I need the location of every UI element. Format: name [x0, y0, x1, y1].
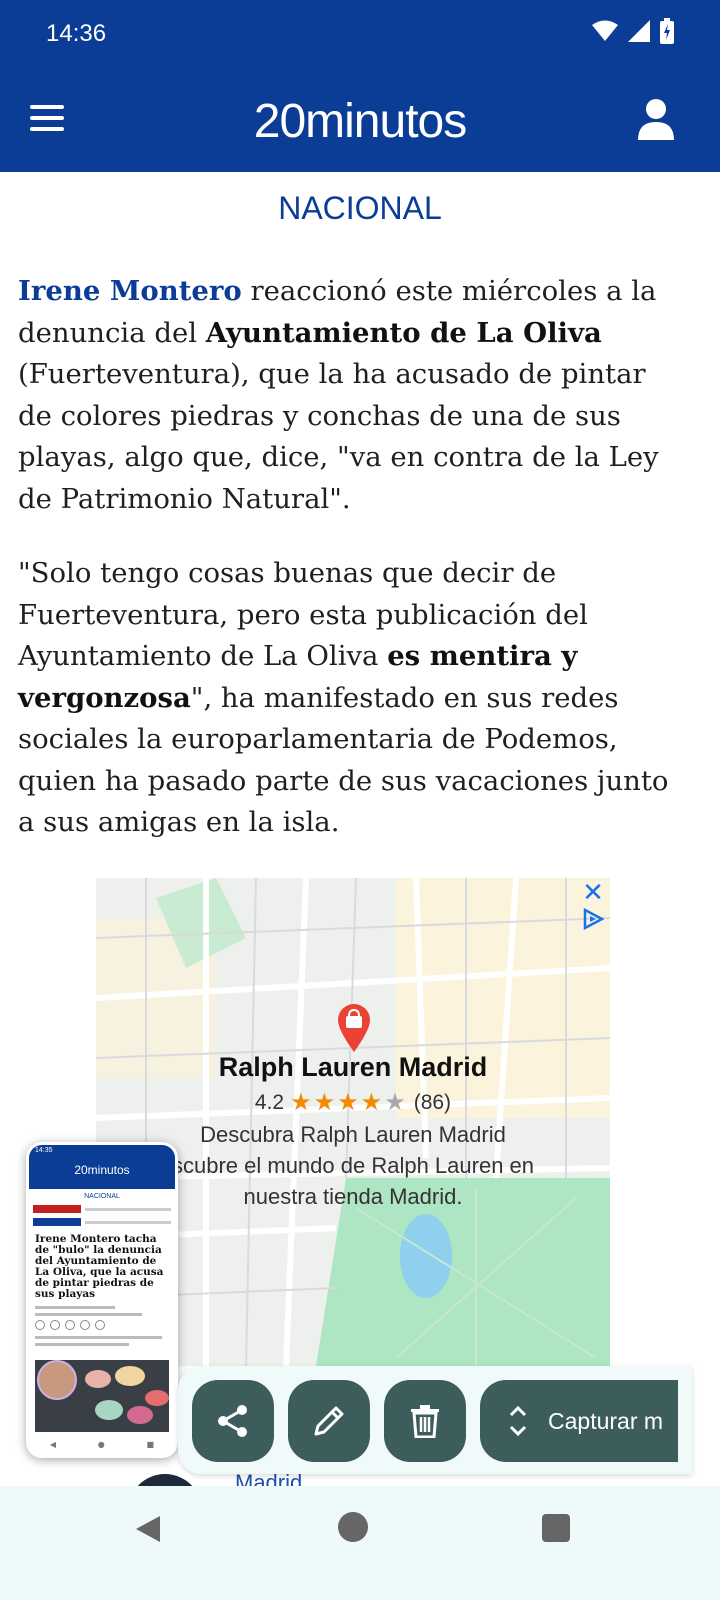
section-label[interactable]: NACIONAL [0, 190, 720, 227]
capture-more-button[interactable]: Capturar m [480, 1380, 678, 1462]
pencil-icon [314, 1406, 344, 1436]
capture-more-label: Capturar m [548, 1407, 664, 1434]
recents-icon[interactable] [542, 1514, 570, 1542]
rating-value: 4.2 [254, 1090, 285, 1114]
delete-button[interactable] [384, 1380, 466, 1462]
battery-icon [660, 18, 674, 44]
share-icon [218, 1405, 247, 1437]
article-paragraph: Irene Montero reaccionó este miércoles a… [18, 275, 659, 515]
ad-store-name[interactable]: Ralph Lauren Madrid [96, 1052, 610, 1083]
map-pin-icon [338, 1004, 370, 1052]
preview-image [35, 1360, 169, 1432]
adchoices-icon[interactable] [582, 908, 604, 930]
status-icons [592, 18, 674, 44]
user-account-icon[interactable] [636, 98, 676, 140]
preview-section: NACIONAL [84, 1193, 120, 1200]
home-icon[interactable] [338, 1512, 368, 1542]
review-count: (86) [413, 1090, 452, 1114]
ad-close-icon[interactable]: ✕ [580, 880, 606, 906]
preview-title: Irene Montero tacha de "bulo" la denunci… [35, 1233, 164, 1300]
edit-button[interactable] [288, 1380, 370, 1462]
signal-icon [628, 20, 650, 42]
site-logo[interactable]: 20minutos [0, 94, 720, 149]
preview-logo: 20minutos [74, 1163, 130, 1177]
person-link[interactable]: Irene Montero [18, 275, 242, 307]
expand-icon [509, 1405, 527, 1437]
back-icon[interactable] [134, 1514, 164, 1544]
trash-icon [411, 1405, 439, 1438]
article-paragraph: "Solo tengo cosas buenas que decir de Fu… [18, 557, 669, 838]
system-nav-bar [0, 1486, 720, 1600]
preview-header: 14:35 20minutos [29, 1145, 175, 1189]
preview-avatar [37, 1360, 77, 1400]
wifi-icon [592, 20, 618, 41]
screenshot-preview[interactable]: 14:35 20minutos NACIONAL Irene Montero t… [14, 1138, 190, 1462]
app-header: 14:36 20minutos [0, 0, 720, 172]
ad-rating: 4.2 ★★★★★ (86) [96, 1088, 610, 1117]
screenshot-actions: Capturar m [178, 1366, 692, 1474]
status-time: 14:36 [46, 20, 107, 47]
rating-stars-icon: ★★★★★ [290, 1089, 408, 1116]
share-button[interactable] [192, 1380, 274, 1462]
